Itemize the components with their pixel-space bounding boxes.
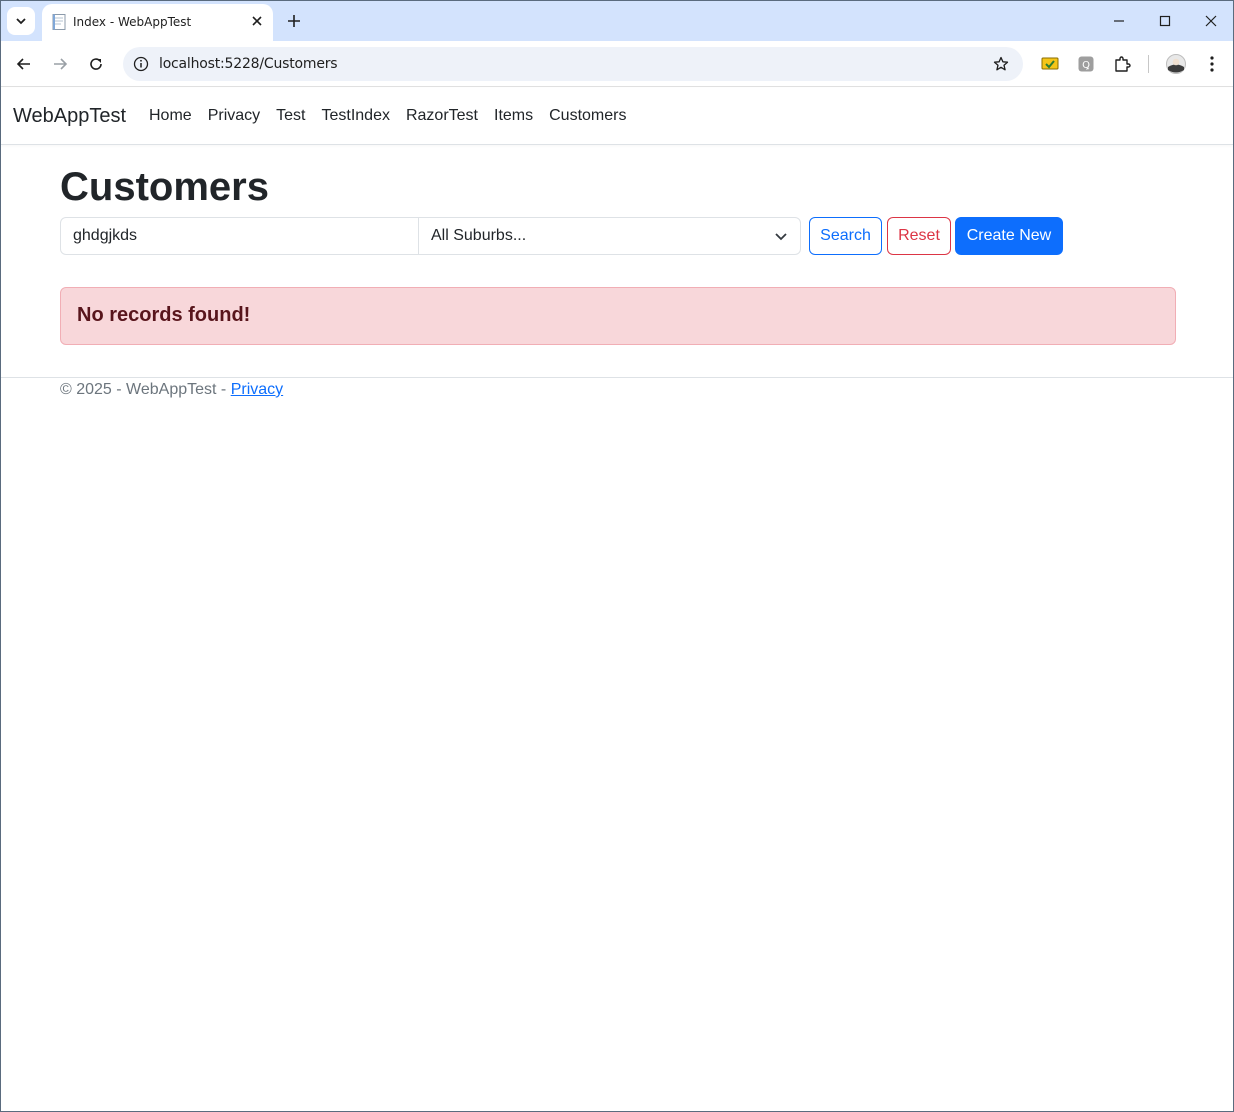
star-icon [993, 56, 1009, 71]
site-navbar: WebAppTest Home Privacy Test TestIndex R… [1, 88, 1233, 145]
tab-title: Index - WebAppTest [73, 15, 192, 29]
url-text: localhost:5228/Customers [159, 56, 338, 72]
browser-toolbar: localhost:5228/Customers Ꝗ [1, 41, 1233, 87]
browser-window: Index - WebAppTest localhost:5228/Custom… [0, 0, 1234, 1112]
puzzle-icon [1115, 56, 1131, 72]
tab-search-button[interactable] [7, 7, 35, 35]
window-close-button[interactable] [1199, 9, 1223, 33]
bookmark-button[interactable] [991, 54, 1011, 74]
footer-copyright: © 2025 - WebAppTest - [60, 381, 231, 398]
more-vert-icon [1210, 56, 1214, 72]
suburb-select[interactable]: All Suburbs... [418, 217, 801, 255]
suburb-select-value: All Suburbs... [431, 227, 527, 244]
nav-link-home[interactable]: Home [141, 107, 200, 125]
footer-divider [1, 377, 1233, 378]
nav-links: Home Privacy Test TestIndex RazorTest It… [141, 107, 634, 125]
minimize-button[interactable] [1107, 9, 1131, 33]
profile-button[interactable] [1164, 52, 1188, 76]
nav-link-customers[interactable]: Customers [541, 107, 634, 125]
page-title: Customers [60, 165, 269, 209]
svg-text:Ꝗ: Ꝗ [1082, 60, 1090, 71]
tab-strip: Index - WebAppTest [1, 1, 1233, 41]
plus-icon [288, 15, 300, 27]
window-close-icon [1205, 15, 1217, 27]
back-arrow-icon [16, 58, 30, 70]
extensions-menu-button[interactable] [1110, 52, 1134, 76]
maximize-icon [1159, 15, 1171, 27]
chevron-down-icon [775, 233, 787, 241]
browser-menu-button[interactable] [1200, 52, 1224, 76]
alert-message: No records found! [77, 304, 251, 326]
maximize-button[interactable] [1153, 9, 1177, 33]
toolbar-divider [1148, 55, 1149, 73]
minimize-icon [1114, 20, 1124, 22]
translate-icon: Ꝗ [1078, 56, 1094, 72]
reset-button[interactable]: Reset [887, 217, 951, 255]
page-content: WebAppTest Home Privacy Test TestIndex R… [1, 88, 1233, 1111]
create-new-button[interactable]: Create New [955, 217, 1063, 255]
site-info-icon [133, 56, 149, 72]
close-icon [252, 16, 262, 26]
footer-privacy-link[interactable]: Privacy [231, 381, 283, 398]
site-info-button[interactable] [131, 54, 151, 74]
extension-icon [1041, 57, 1059, 70]
page-icon [52, 14, 66, 30]
tab-close-button[interactable] [249, 13, 265, 29]
extension-button-2[interactable]: Ꝗ [1074, 52, 1098, 76]
search-button[interactable]: Search [809, 217, 882, 255]
nav-link-razortest[interactable]: RazorTest [398, 107, 486, 125]
new-tab-button[interactable] [284, 11, 304, 31]
reload-button[interactable] [84, 52, 108, 76]
search-input[interactable] [60, 217, 419, 255]
address-bar[interactable]: localhost:5228/Customers [123, 47, 1023, 81]
nav-link-privacy[interactable]: Privacy [200, 107, 268, 125]
forward-arrow-icon [54, 58, 68, 70]
back-button[interactable] [12, 52, 36, 76]
filter-form: All Suburbs... Search Reset Create New [60, 217, 1176, 255]
profile-avatar [1166, 54, 1186, 74]
nav-link-test[interactable]: Test [268, 107, 313, 125]
extension-button-1[interactable] [1038, 52, 1062, 76]
footer: © 2025 - WebAppTest - Privacy [60, 381, 283, 399]
tab-active[interactable]: Index - WebAppTest [42, 4, 273, 41]
nav-link-testindex[interactable]: TestIndex [313, 107, 397, 125]
nav-link-items[interactable]: Items [486, 107, 541, 125]
forward-button[interactable] [48, 52, 72, 76]
navbar-brand[interactable]: WebAppTest [13, 105, 126, 128]
no-records-alert: No records found! [60, 287, 1176, 345]
reload-icon [90, 58, 102, 70]
chevron-down-icon [16, 18, 26, 25]
